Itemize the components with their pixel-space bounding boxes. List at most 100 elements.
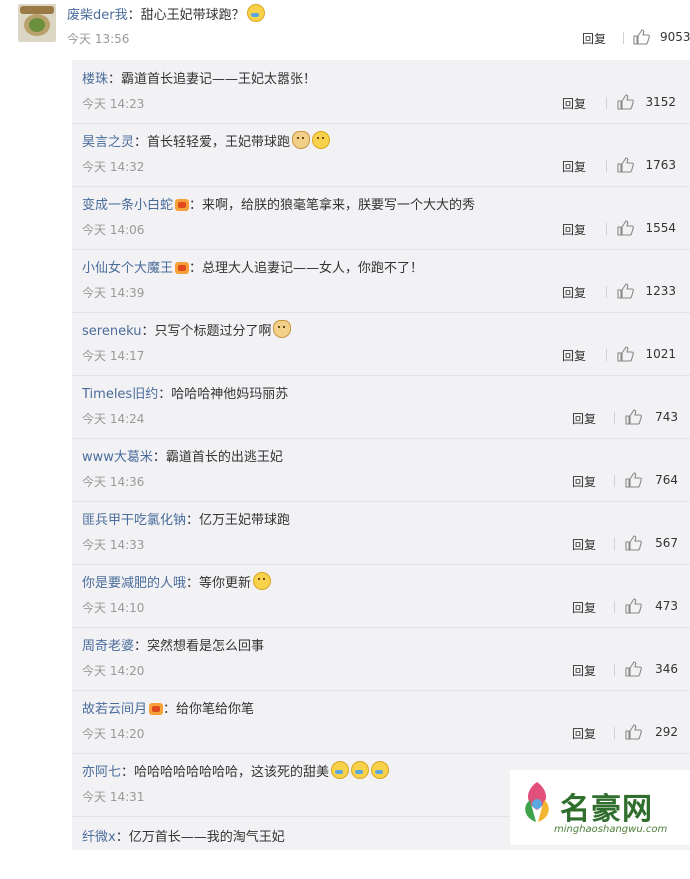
reply-user[interactable]: sereneku <box>82 324 141 339</box>
list-item: 周奇老婆：突然想看是怎么回事 今天 14:20 回复 346 <box>72 627 690 691</box>
reply-text: ：霸道首长追妻记——王妃太嚣张！ <box>108 72 317 87</box>
doge-emoji-icon <box>292 131 311 149</box>
like-count: 292 <box>655 725 678 739</box>
doge-emoji-icon <box>273 320 292 338</box>
thumbs-up-icon <box>625 535 642 551</box>
divider <box>606 160 607 172</box>
reply-time: 今天 14:33 <box>82 538 145 552</box>
like-count: 9053 <box>660 30 690 44</box>
thumbs-up-icon <box>625 724 642 740</box>
like-count: 3152 <box>645 95 676 109</box>
divider <box>614 538 615 550</box>
like-button[interactable] <box>616 283 634 303</box>
reply-user[interactable]: 小仙女个大魔王 <box>82 261 173 276</box>
reply-user[interactable]: www大葛米 <box>82 450 153 465</box>
like-count: 1763 <box>645 158 676 172</box>
divider <box>623 32 624 44</box>
reply-time: 今天 14:36 <box>82 475 145 489</box>
like-count: 1233 <box>645 284 676 298</box>
reply-text: ：亿万王妃带球跑 <box>186 513 291 528</box>
like-button[interactable] <box>616 94 634 114</box>
thumbs-up-icon <box>625 409 642 425</box>
reply-button[interactable]: 回复 <box>562 95 586 112</box>
reply-text: ：霸道首长的出逃王妃 <box>152 450 283 465</box>
laughing-emoji-icon <box>312 131 331 149</box>
like-button[interactable] <box>632 29 650 49</box>
thumbs-up-icon <box>617 220 634 236</box>
reply-button[interactable]: 回复 <box>582 30 606 47</box>
watermark-url: minghaoshangwu.com <box>554 824 668 835</box>
reply-time: 今天 14:20 <box>82 727 145 741</box>
reply-user[interactable]: 周奇老婆 <box>82 639 134 654</box>
like-button[interactable] <box>616 220 634 240</box>
reply-button[interactable]: 回复 <box>572 410 596 427</box>
grinning-emoji-icon <box>253 572 272 590</box>
divider <box>606 349 607 361</box>
reply-user[interactable]: Timeles旧约 <box>82 387 158 402</box>
thumbs-up-icon <box>617 94 634 110</box>
like-button[interactable] <box>624 598 642 618</box>
list-item: 楼珠：霸道首长追妻记——王妃太嚣张！ 今天 14:23 回复 3152 <box>72 60 690 124</box>
like-button[interactable] <box>616 157 634 177</box>
reply-time: 今天 14:17 <box>82 349 145 363</box>
reply-button[interactable]: 回复 <box>572 536 596 553</box>
reply-user[interactable]: 昊言之灵 <box>82 135 134 150</box>
reply-list: 楼珠：霸道首长追妻记——王妃太嚣张！ 今天 14:23 回复 3152 昊言之灵… <box>72 60 690 850</box>
reply-user[interactable]: 变成一条小白蛇 <box>82 198 173 213</box>
reply-time: 今天 14:06 <box>82 223 145 237</box>
main-comment-time: 今天 13:56 <box>67 32 130 46</box>
reply-user[interactable]: 亦阿七 <box>82 765 121 780</box>
divider <box>606 223 607 235</box>
reply-button[interactable]: 回复 <box>562 347 586 364</box>
vip-badge-icon <box>175 262 190 274</box>
thumbs-up-icon <box>617 346 634 362</box>
reply-text: ：亿万首长——我的淘气王妃 <box>115 830 285 845</box>
divider <box>614 601 615 613</box>
thumbs-up-icon <box>625 598 642 614</box>
watermark-name: 名豪网 <box>560 792 653 827</box>
reply-time: 今天 14:10 <box>82 601 145 615</box>
like-button[interactable] <box>624 409 642 429</box>
reply-text: ：等你更新 <box>186 576 252 591</box>
reply-time: 今天 14:20 <box>82 664 145 678</box>
like-button[interactable] <box>624 535 642 555</box>
like-button[interactable] <box>624 472 642 492</box>
thumbs-up-icon <box>617 157 634 173</box>
reply-text: ：来啊，给朕的狼毫笔拿来，朕要写一个大大的秀 <box>189 198 476 213</box>
avatar[interactable] <box>18 4 56 42</box>
reply-user[interactable]: 楼珠 <box>82 72 108 87</box>
like-count: 1021 <box>645 347 676 361</box>
reply-time: 今天 14:24 <box>82 412 145 426</box>
reply-button[interactable]: 回复 <box>572 599 596 616</box>
reply-time: 今天 14:23 <box>82 97 145 111</box>
reply-button[interactable]: 回复 <box>572 473 596 490</box>
reply-button[interactable]: 回复 <box>572 662 596 679</box>
reply-user[interactable]: 匪兵甲干吃氯化钠 <box>82 513 186 528</box>
like-button[interactable] <box>616 346 634 366</box>
reply-button[interactable]: 回复 <box>562 158 586 175</box>
reply-button[interactable]: 回复 <box>562 284 586 301</box>
thumbs-up-icon <box>625 472 642 488</box>
reply-button[interactable]: 回复 <box>562 221 586 238</box>
reply-user[interactable]: 你是要减肥的人哦 <box>82 576 186 591</box>
like-count: 764 <box>655 473 678 487</box>
divider <box>614 727 615 739</box>
reply-button[interactable]: 回复 <box>572 725 596 742</box>
like-count: 346 <box>655 662 678 676</box>
like-button[interactable] <box>624 724 642 744</box>
reply-user[interactable]: 纤微x <box>82 830 116 845</box>
main-comment-text: 废柴der我：甜心王妃带球跑？ <box>67 4 265 23</box>
like-count: 743 <box>655 410 678 424</box>
crying-emoji-icon <box>331 761 350 779</box>
main-comment-user[interactable]: 废柴der我 <box>67 8 128 23</box>
divider <box>614 475 615 487</box>
divider <box>606 286 607 298</box>
list-item: 昊言之灵：首长轻轻爱，王妃带球跑 今天 14:32 回复 1763 <box>72 123 690 187</box>
reply-user[interactable]: 故若云间月 <box>82 702 147 717</box>
main-comment: 废柴der我：甜心王妃带球跑？ 今天 13:56 回复 9053 <box>0 0 690 60</box>
like-button[interactable] <box>624 661 642 681</box>
reply-text: ：突然想看是怎么回事 <box>134 639 265 654</box>
reply-text: ：总理大人追妻记——女人，你跑不了！ <box>189 261 424 276</box>
list-item: 小仙女个大魔王 ：总理大人追妻记——女人，你跑不了！ 今天 14:39 回复 12… <box>72 249 690 313</box>
list-item: www大葛米：霸道首长的出逃王妃 今天 14:36 回复 764 <box>72 438 690 502</box>
